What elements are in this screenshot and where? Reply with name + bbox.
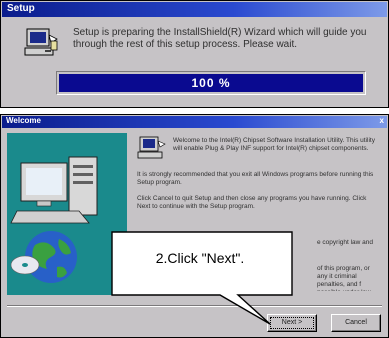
setup-title: Setup: [7, 3, 35, 14]
welcome-dialog: Welcome x Welcome to the Intel(R) Chipse…: [0, 114, 389, 338]
copyright-warning-text-1: e copyright law and: [317, 239, 374, 246]
cancel-button[interactable]: Cancel: [331, 314, 381, 332]
computer-setup-icon: [24, 28, 58, 56]
progress-bar: 100 %: [56, 71, 366, 95]
progress-percent: 100 %: [191, 76, 231, 90]
close-programs-text: It is strongly recommended that you exit…: [137, 171, 374, 186]
setup-dialog: Setup Setup is preparing the InstallShie…: [0, 0, 389, 108]
welcome-intro-text: Welcome to the Intel(R) Chipset Software…: [173, 137, 375, 152]
welcome-titlebar: Welcome x: [2, 116, 387, 128]
callout-text: 2.Click "Next".: [155, 250, 245, 266]
computer-setup-icon-small: [137, 136, 166, 159]
close-icon[interactable]: x: [380, 116, 384, 125]
computer-globe-illustration: [7, 133, 127, 295]
welcome-title: Welcome: [6, 116, 41, 125]
setup-titlebar: Setup: [2, 2, 387, 17]
cancel-hint-text: Click Cancel to quit Setup and then clos…: [137, 195, 367, 210]
setup-message: Setup is preparing the InstallShield(R) …: [73, 27, 367, 50]
next-button[interactable]: Next >: [267, 314, 317, 332]
copyright-warning-text-2: of this program, or any it criminal pena…: [317, 265, 372, 291]
button-divider: [7, 305, 382, 307]
